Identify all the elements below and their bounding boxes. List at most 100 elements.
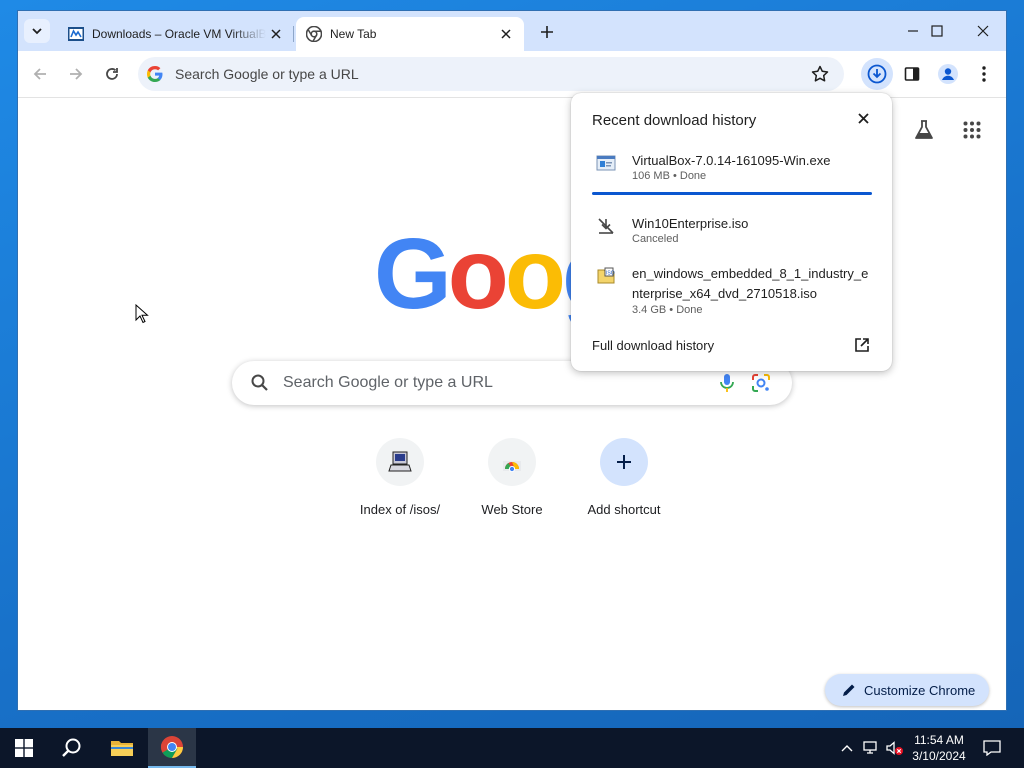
- installer-file-icon: [596, 155, 616, 171]
- shortcut-index-of-isos[interactable]: Index of /isos/: [344, 438, 456, 517]
- action-center-button[interactable]: [968, 728, 1016, 768]
- browser-toolbar: Search Google or type a URL: [18, 51, 1006, 98]
- tab-title: New Tab: [330, 27, 377, 41]
- shortcut-web-store[interactable]: Web Store: [456, 438, 568, 517]
- tab-downloads-virtualbox[interactable]: Downloads – Oracle VM VirtualBox: [58, 17, 294, 51]
- chrome-web-store-icon: [503, 461, 521, 473]
- folder-icon: [111, 741, 133, 756]
- full-download-history-link[interactable]: Full download history: [592, 338, 714, 353]
- search-icon: [62, 738, 81, 757]
- address-bar-placeholder: Search Google or type a URL: [175, 66, 359, 82]
- avatar-icon: [938, 64, 958, 84]
- show-hidden-icons-button[interactable]: [838, 740, 856, 756]
- chevron-up-icon: [841, 745, 853, 752]
- customize-chrome-label: Customize Chrome: [864, 682, 976, 698]
- taskbar-search-button[interactable]: [48, 728, 96, 768]
- side-panel-icon: [904, 67, 920, 81]
- forward-button[interactable]: [64, 62, 88, 86]
- notification-icon: [983, 740, 1001, 756]
- maximize-button[interactable]: [914, 17, 960, 45]
- chrome-taskbar-button[interactable]: [148, 728, 196, 768]
- volume-tray-button[interactable]: [886, 740, 904, 756]
- download-icon: [867, 64, 887, 84]
- tab-new-tab[interactable]: New Tab: [296, 17, 524, 51]
- star-icon: [811, 65, 829, 82]
- download-filename: en_windows_embedded_8_1_industry_enterpr…: [632, 266, 869, 301]
- shortcut-label: Index of /isos/: [359, 502, 441, 517]
- back-button[interactable]: [28, 62, 52, 86]
- plus-icon: [541, 26, 553, 38]
- shortcut-add[interactable]: Add shortcut: [568, 438, 680, 517]
- reload-icon: [106, 68, 118, 80]
- download-status: Canceled: [632, 233, 679, 245]
- apps-grid-icon: [963, 121, 981, 139]
- google-g-icon: [147, 66, 163, 82]
- new-tab-button[interactable]: [536, 21, 558, 43]
- taskbar-clock[interactable]: 11:54 AM 3/10/2024: [905, 732, 973, 764]
- computer-icon: [388, 451, 412, 472]
- virtualbox-icon: [68, 27, 84, 41]
- close-icon: [977, 25, 989, 37]
- download-item[interactable]: VirtualBox-7.0.14-161095-Win.exe 106 MB …: [592, 151, 872, 191]
- pencil-icon: [843, 684, 855, 696]
- chrome-icon: [306, 26, 322, 42]
- chrome-icon: [161, 736, 183, 758]
- download-filename: Win10Enterprise.iso: [632, 216, 749, 231]
- iso-file-icon: ISO: [597, 267, 615, 284]
- download-item[interactable]: Win10Enterprise.iso Canceled: [592, 214, 872, 254]
- microphone-icon[interactable]: [718, 372, 736, 394]
- download-bubble-title: Recent download history: [592, 112, 757, 129]
- download-bubble-close-button[interactable]: [854, 109, 872, 127]
- volume-muted-icon: [886, 741, 903, 755]
- close-icon: [501, 29, 511, 39]
- downloads-button[interactable]: [861, 58, 893, 90]
- plus-icon: [617, 455, 631, 469]
- profile-button[interactable]: [936, 62, 960, 86]
- tab-title: Downloads – Oracle VM VirtualBox: [92, 27, 266, 41]
- close-icon: [857, 112, 869, 124]
- shortcut-icon-tile: [376, 438, 424, 486]
- flask-icon: [915, 120, 933, 139]
- google-lens-icon[interactable]: [750, 372, 772, 394]
- shortcut-label: Add shortcut: [587, 502, 661, 517]
- tab-search-button[interactable]: [24, 19, 50, 43]
- download-item[interactable]: ISO en_windows_embedded_8_1_industry_ent…: [592, 264, 872, 320]
- labs-button[interactable]: [912, 118, 936, 142]
- chevron-down-icon: [32, 28, 42, 35]
- download-canceled-icon: [598, 218, 614, 234]
- tab-close-button[interactable]: [496, 24, 516, 44]
- arrow-left-icon: [33, 68, 46, 80]
- file-explorer-button[interactable]: [98, 728, 146, 768]
- kebab-menu-icon: [982, 66, 986, 82]
- clock-date: 3/10/2024: [912, 749, 966, 763]
- chrome-menu-button[interactable]: [972, 62, 996, 86]
- reload-button[interactable]: [100, 62, 124, 86]
- mouse-cursor-icon: [135, 304, 149, 324]
- shortcut-label: Web Store: [481, 502, 543, 517]
- customize-chrome-button[interactable]: Customize Chrome: [825, 674, 989, 706]
- tab-strip: Downloads – Oracle VM VirtualBox New Tab: [18, 11, 1006, 51]
- network-icon: [863, 741, 877, 754]
- download-status: 3.4 GB • Done: [632, 304, 703, 316]
- download-bubble: Recent download history VirtualBox-7.0.1…: [571, 93, 892, 371]
- clock-time: 11:54 AM: [914, 733, 964, 747]
- tab-close-button[interactable]: [266, 24, 286, 44]
- side-panel-button[interactable]: [900, 62, 924, 86]
- open-in-new-tab-button[interactable]: [853, 336, 871, 354]
- close-window-button[interactable]: [960, 17, 1006, 45]
- svg-text:ISO: ISO: [606, 271, 615, 277]
- network-tray-button[interactable]: [862, 740, 880, 756]
- download-progress-bar: [592, 192, 872, 195]
- arrow-right-icon: [70, 68, 83, 80]
- maximize-icon: [931, 25, 943, 37]
- shortcut-icon-tile: [600, 438, 648, 486]
- start-button[interactable]: [0, 728, 48, 768]
- ntp-search-placeholder: Search Google or type a URL: [283, 374, 493, 391]
- bookmark-button[interactable]: [810, 64, 830, 84]
- search-icon: [251, 374, 268, 391]
- close-icon: [271, 29, 281, 39]
- google-apps-button[interactable]: [960, 118, 984, 142]
- open-external-icon: [855, 338, 869, 352]
- download-filename: VirtualBox-7.0.14-161095-Win.exe: [632, 153, 831, 168]
- address-bar[interactable]: Search Google or type a URL: [138, 57, 844, 91]
